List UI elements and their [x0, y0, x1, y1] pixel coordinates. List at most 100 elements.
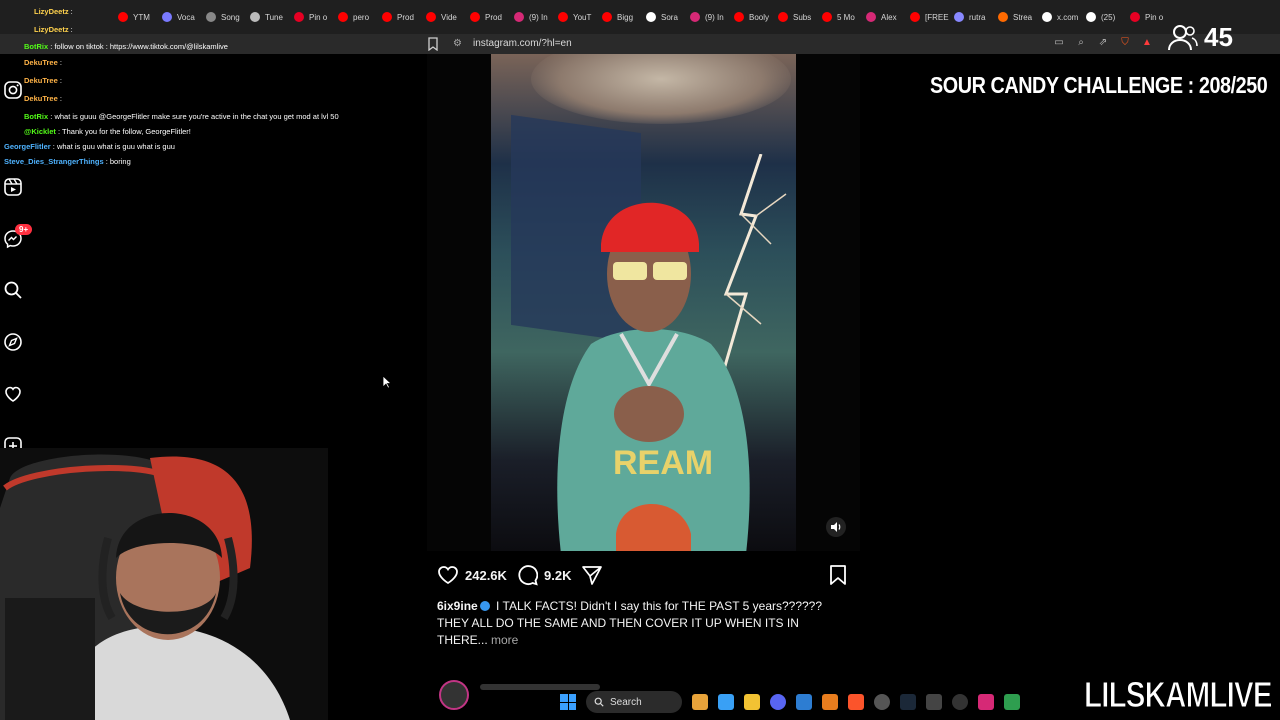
browser-tab[interactable]: Booly: [728, 0, 772, 34]
chat-username[interactable]: BotRix: [24, 42, 48, 51]
instagram-app-icon[interactable]: [978, 694, 994, 710]
widgets-icon[interactable]: [692, 694, 708, 710]
post-author[interactable]: 6ix9ine: [437, 599, 478, 613]
app-icon-2[interactable]: [926, 694, 942, 710]
browser-tab[interactable]: YouT: [552, 0, 596, 34]
browser-tab[interactable]: 5 Mo: [816, 0, 860, 34]
caption-line-3: THERE...: [437, 633, 488, 647]
tab-label: x.com: [1057, 12, 1079, 22]
chat-username[interactable]: LizyDeetz: [34, 25, 69, 34]
store-icon[interactable]: [796, 694, 812, 710]
instagram-logo-icon[interactable]: [3, 80, 23, 100]
url-field[interactable]: instagram.com/?hl=en: [473, 38, 572, 49]
tab-label: Booly: [749, 12, 770, 22]
browser-tab[interactable]: Song: [200, 0, 244, 34]
share-send-icon[interactable]: [581, 564, 603, 586]
caption-more-link[interactable]: more: [491, 633, 518, 647]
browser-tab[interactable]: pero: [332, 0, 376, 34]
cast-icon[interactable]: ▭: [1052, 36, 1066, 50]
tab-favicon-icon: [1130, 12, 1140, 22]
4k-app-icon[interactable]: [952, 694, 968, 710]
app-icon-3[interactable]: [1004, 694, 1020, 710]
like-count: 242.6K: [465, 567, 507, 583]
notification-badge: 9+: [15, 224, 33, 235]
browser-tab[interactable]: Pin o: [288, 0, 332, 34]
chat-message: Steve_Dies_StrangerThings : boring: [0, 156, 131, 167]
comment-action: 9.2K: [516, 563, 571, 587]
like-heart-icon[interactable]: [437, 565, 459, 585]
site-info-icon[interactable]: ⚙: [453, 38, 462, 49]
reels-icon[interactable]: [3, 177, 23, 197]
bookmark-page-icon[interactable]: [427, 37, 439, 51]
chat-username[interactable]: LizyDeetz: [34, 7, 69, 16]
tab-label: Song: [221, 12, 240, 22]
explore-icon[interactable]: [3, 332, 23, 352]
tab-label: Alex: [881, 12, 897, 22]
browser-tab[interactable]: (9) In: [684, 0, 728, 34]
comment-count: 9.2K: [544, 567, 572, 583]
browser-tab-strip: YTM Voca Song Tune Pin o pero Prod Vide Prod (9) …: [0, 0, 1280, 34]
reel-video[interactable]: REAM: [491, 54, 796, 551]
browser-tab[interactable]: Tune: [244, 0, 288, 34]
copilot-icon[interactable]: [718, 694, 734, 710]
svg-text:REAM: REAM: [613, 444, 713, 482]
browser-tab[interactable]: (25): [1080, 0, 1124, 34]
browser-tab[interactable]: Strea: [992, 0, 1036, 34]
browser-tab[interactable]: Pin o: [1124, 0, 1168, 34]
browser-tab[interactable]: Sora: [640, 0, 684, 34]
viewers-icon: [1168, 24, 1198, 50]
browser-tab[interactable]: Bigg: [596, 0, 640, 34]
chat-message: GeorgeFlitler : what is guu what is guu …: [0, 141, 175, 152]
browser-tab[interactable]: Subs: [772, 0, 816, 34]
tab-favicon-icon: [294, 12, 304, 22]
chat-username[interactable]: DekuTree: [24, 58, 58, 67]
browser-tab[interactable]: rutra: [948, 0, 992, 34]
file-explorer-icon[interactable]: [744, 694, 760, 710]
brave-shield-icon[interactable]: ⛉: [1118, 36, 1132, 50]
mouse-cursor-icon: [382, 375, 392, 389]
comment-icon[interactable]: [516, 564, 538, 586]
chat-username[interactable]: GeorgeFlitler: [4, 142, 51, 151]
rewards-icon[interactable]: ▲: [1140, 36, 1154, 50]
tab-favicon-icon: [162, 12, 172, 22]
browser-tab[interactable]: (9) In: [508, 0, 552, 34]
chat-separator: :: [68, 7, 73, 16]
save-bookmark-icon[interactable]: [829, 564, 847, 586]
video-ceiling: [531, 54, 791, 124]
steam-icon[interactable]: [900, 694, 916, 710]
browser-tab[interactable]: Vide: [420, 0, 464, 34]
obs-icon[interactable]: [874, 694, 890, 710]
next-post-avatar[interactable]: [439, 680, 469, 710]
discord-icon[interactable]: [770, 694, 786, 710]
browser-tab[interactable]: [FREE: [904, 0, 949, 34]
tab-label: Pin o: [309, 12, 328, 22]
tab-favicon-icon: [206, 12, 216, 22]
browser-tab[interactable]: x.com: [1036, 0, 1080, 34]
mute-toggle-button[interactable]: [826, 517, 846, 537]
chat-username[interactable]: @Kicklet: [24, 127, 56, 136]
browser-tab[interactable]: Alex: [860, 0, 904, 34]
browser-tab[interactable]: Prod: [376, 0, 420, 34]
tab-label: YTM: [133, 12, 150, 22]
chat-username[interactable]: DekuTree: [24, 76, 58, 85]
tab-favicon-icon: [470, 12, 480, 22]
share-icon[interactable]: ⇗: [1096, 36, 1110, 50]
tab-favicon-icon: [646, 12, 656, 22]
start-button[interactable]: [560, 694, 576, 710]
tab-favicon-icon: [514, 12, 524, 22]
app-icon[interactable]: [822, 694, 838, 710]
chat-username[interactable]: BotRix: [24, 112, 48, 121]
browser-tab[interactable]: Voca: [156, 0, 200, 34]
browser-tab[interactable]: Prod: [464, 0, 508, 34]
chat-username[interactable]: DekuTree: [24, 94, 58, 103]
chat-username[interactable]: Steve_Dies_StrangerThings: [4, 157, 104, 166]
tab-favicon-icon: [690, 12, 700, 22]
taskbar-search-label: Search: [610, 696, 642, 708]
notifications-heart-icon[interactable]: [3, 384, 23, 404]
brave-browser-icon[interactable]: [848, 694, 864, 710]
search-icon[interactable]: [3, 280, 23, 300]
brand-watermark: LILSKAMLIVE: [1084, 674, 1273, 716]
taskbar-search[interactable]: Search: [586, 691, 682, 713]
zoom-icon[interactable]: ⌕: [1074, 36, 1088, 50]
browser-tab[interactable]: YTM: [112, 0, 156, 34]
